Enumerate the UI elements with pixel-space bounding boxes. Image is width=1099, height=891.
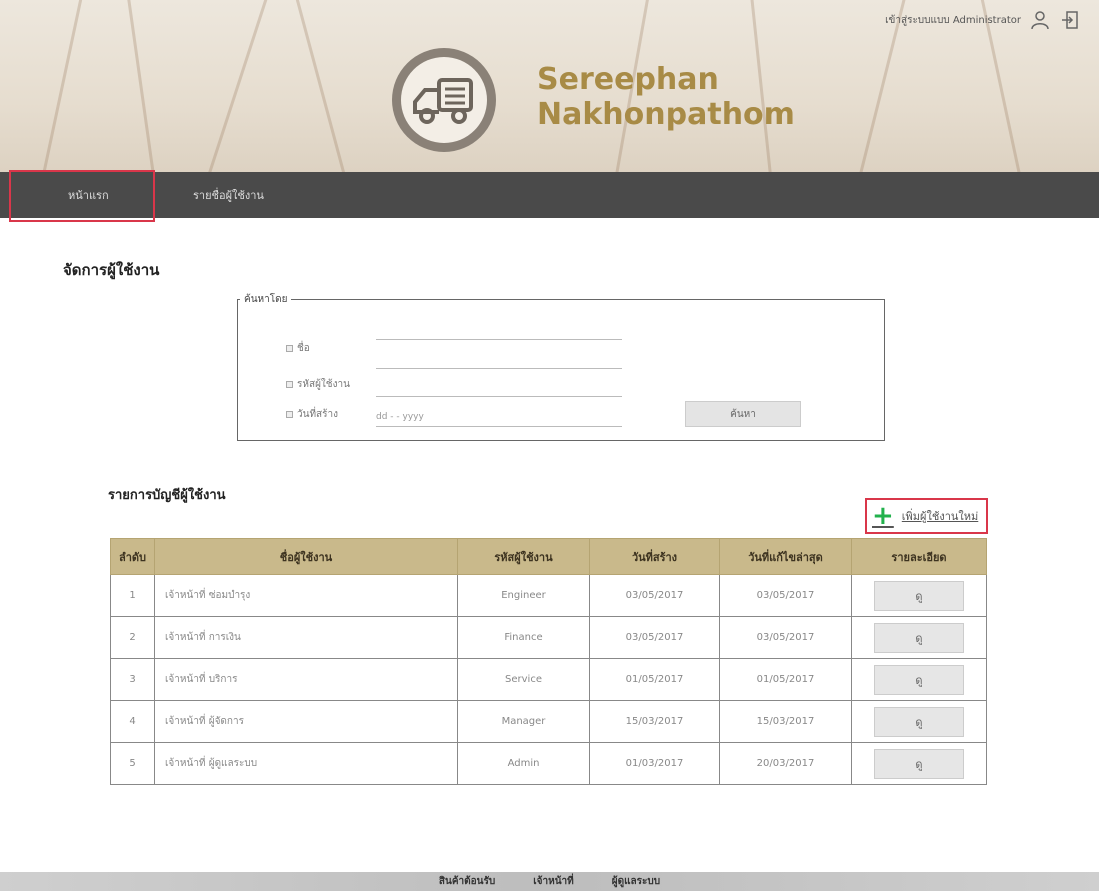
col-header-detail: รายละเอียด xyxy=(851,538,987,575)
criterion-label: ชื่อ xyxy=(297,343,310,354)
detail-button[interactable]: ดู xyxy=(874,580,964,611)
cell-modified: 15/03/2017 xyxy=(719,700,852,743)
cell-no: 1 xyxy=(110,574,155,617)
user-icon[interactable] xyxy=(1029,9,1051,31)
list-title: รายการบัญชีผู้ใช้งาน xyxy=(108,488,226,503)
user-table: ลำดับ ชื่อผู้ใช้งาน รหัสผู้ใช้งาน วันที่… xyxy=(110,538,987,785)
search-legend: ค้นหาโดย xyxy=(240,292,292,307)
brand-line-1: Sereephan xyxy=(537,62,719,97)
criterion-label: วันที่สร้าง xyxy=(297,409,339,420)
cell-code: Admin xyxy=(457,742,590,785)
criterion-name[interactable]: ชื่อ xyxy=(286,341,310,356)
cell-detail: ดู xyxy=(851,700,987,743)
page-title: จัดการผู้ใช้งาน xyxy=(63,261,160,279)
login-status: เข้าสู่ระบบแบบ Administrator xyxy=(885,14,1021,26)
name-field-top xyxy=(376,339,622,340)
col-header-modified: วันที่แก้ไขล่าสุด xyxy=(719,538,852,575)
cell-created: 01/05/2017 xyxy=(589,658,720,701)
detail-button[interactable]: ดู xyxy=(874,622,964,653)
checkbox[interactable] xyxy=(286,411,293,418)
cell-modified: 01/05/2017 xyxy=(719,658,852,701)
cell-code: Manager xyxy=(457,700,590,743)
table-row: 5 เจ้าหน้าที่ ผู้ดูแลระบบ Admin 01/03/20… xyxy=(110,742,987,785)
cell-detail: ดู xyxy=(851,616,987,659)
table-row: 3 เจ้าหน้าที่ บริการ Service 01/05/2017 … xyxy=(110,658,987,701)
cell-detail: ดู xyxy=(851,658,987,701)
cell-name: เจ้าหน้าที่ บริการ xyxy=(154,658,458,701)
cell-name: เจ้าหน้าที่ ผู้ดูแลระบบ xyxy=(154,742,458,785)
cell-detail: ดู xyxy=(851,742,987,785)
col-header-created: วันที่สร้าง xyxy=(589,538,720,575)
col-header-no: ลำดับ xyxy=(110,538,155,575)
cell-modified: 03/05/2017 xyxy=(719,574,852,617)
cell-code: Finance xyxy=(457,616,590,659)
table-header-row: ลำดับ ชื่อผู้ใช้งาน รหัสผู้ใช้งาน วันที่… xyxy=(110,538,987,575)
detail-button[interactable]: ดู xyxy=(874,706,964,737)
col-header-code: รหัสผู้ใช้งาน xyxy=(457,538,590,575)
user-area: เข้าสู่ระบบแบบ Administrator xyxy=(885,9,1081,31)
footer-link[interactable]: สินค้าต้อนรับ xyxy=(439,874,495,889)
nav-user-list[interactable]: รายชื่อผู้ใช้งาน xyxy=(155,172,264,218)
criterion-label: รหัสผู้ใช้งาน xyxy=(297,379,350,390)
checkbox[interactable] xyxy=(286,345,293,352)
cell-modified: 20/03/2017 xyxy=(719,742,852,785)
cell-modified: 03/05/2017 xyxy=(719,616,852,659)
detail-button[interactable]: ดู xyxy=(874,748,964,779)
cell-no: 4 xyxy=(110,700,155,743)
name-input[interactable] xyxy=(376,368,622,369)
cell-created: 01/03/2017 xyxy=(589,742,720,785)
header-banner: Sereephan Nakhonpathom เข้าสู่ระบบแบบ Ad… xyxy=(0,0,1099,172)
footer-link[interactable]: ผู้ดูแลระบบ xyxy=(612,874,660,889)
cell-no: 2 xyxy=(110,616,155,659)
cell-code: Engineer xyxy=(457,574,590,617)
user-code-input[interactable] xyxy=(376,396,622,397)
date-input-line xyxy=(376,426,622,427)
cell-code: Service xyxy=(457,658,590,701)
cell-created: 03/05/2017 xyxy=(589,574,720,617)
cell-no: 3 xyxy=(110,658,155,701)
highlight-home xyxy=(9,170,155,222)
detail-button[interactable]: ดู xyxy=(874,664,964,695)
delivery-truck-icon xyxy=(413,78,473,124)
table-row: 2 เจ้าหน้าที่ การเงิน Finance 03/05/2017… xyxy=(110,616,987,659)
footer: สินค้าต้อนรับ เจ้าหน้าที่ ผู้ดูแลระบบ xyxy=(0,872,1099,891)
col-header-name: ชื่อผู้ใช้งาน xyxy=(154,538,458,575)
highlight-add-user xyxy=(865,498,988,534)
cell-name: เจ้าหน้าที่ ผู้จัดการ xyxy=(154,700,458,743)
criterion-user-code[interactable]: รหัสผู้ใช้งาน xyxy=(286,377,350,392)
search-button[interactable]: ค้นหา xyxy=(685,401,801,427)
checkbox[interactable] xyxy=(286,381,293,388)
cell-no: 5 xyxy=(110,742,155,785)
logo xyxy=(392,48,496,152)
cell-detail: ดู xyxy=(851,574,987,617)
table-row: 1 เจ้าหน้าที่ ซ่อมบำรุง Engineer 03/05/2… xyxy=(110,574,987,617)
brand-line-2: Nakhonpathom xyxy=(537,97,795,132)
logout-icon[interactable] xyxy=(1059,9,1081,31)
criterion-created-date[interactable]: วันที่สร้าง xyxy=(286,407,338,422)
date-input[interactable]: dd - - yyyy xyxy=(376,412,424,422)
footer-link[interactable]: เจ้าหน้าที่ xyxy=(533,874,574,889)
cell-name: เจ้าหน้าที่ ซ่อมบำรุง xyxy=(154,574,458,617)
cell-created: 15/03/2017 xyxy=(589,700,720,743)
table-row: 4 เจ้าหน้าที่ ผู้จัดการ Manager 15/03/20… xyxy=(110,700,987,743)
nav-bar: หน้าแรก รายชื่อผู้ใช้งาน xyxy=(0,172,1099,218)
brand-name: Sereephan Nakhonpathom xyxy=(537,62,795,132)
cell-created: 03/05/2017 xyxy=(589,616,720,659)
cell-name: เจ้าหน้าที่ การเงิน xyxy=(154,616,458,659)
